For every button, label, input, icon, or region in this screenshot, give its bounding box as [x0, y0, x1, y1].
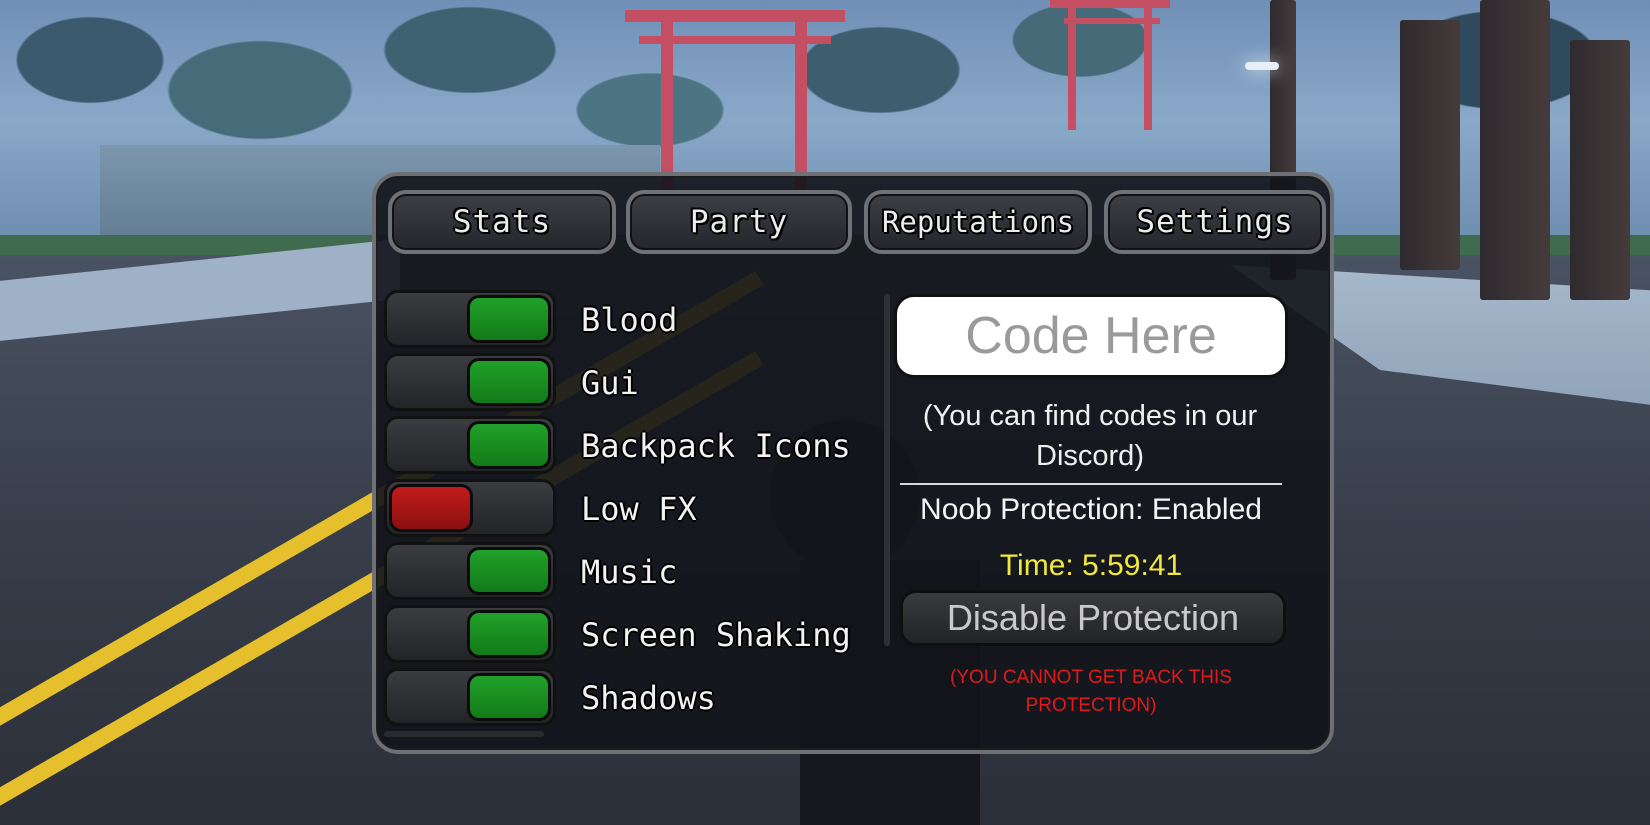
street-lamp — [1245, 62, 1279, 70]
toggle-row-low-fx: Low FX — [384, 479, 872, 542]
shadows-toggle-label: Shadows — [581, 679, 716, 717]
code-input[interactable] — [894, 294, 1288, 378]
backpack-icons-toggle-switch[interactable] — [384, 416, 556, 474]
toggle-knob — [467, 673, 551, 721]
toggle-knob — [467, 547, 551, 595]
rock-pillar — [1570, 40, 1630, 300]
next-toggle-partial — [384, 731, 544, 737]
blood-toggle-switch[interactable] — [384, 290, 556, 348]
toggle-knob — [467, 421, 551, 469]
settings-toggle-list: Blood Gui Backpack Icons Low FX Music Sc… — [384, 290, 872, 731]
torii-gate — [625, 10, 845, 190]
settings-menu-panel: Stats Party Reputations Settings Blood G… — [372, 172, 1334, 754]
toggle-knob — [467, 610, 551, 658]
code-hint-text: (You can find codes in our Discord) — [922, 400, 1258, 472]
toggle-knob — [467, 295, 551, 343]
music-toggle-label: Music — [581, 553, 678, 591]
low-fx-toggle-switch[interactable] — [384, 479, 556, 537]
toggle-knob — [389, 484, 473, 532]
protection-timer: Time: 5:59:41 — [999, 549, 1183, 582]
tab-settings[interactable]: Settings — [1104, 190, 1326, 254]
low-fx-toggle-label: Low FX — [581, 490, 697, 528]
protection-warning: (YOU CANNOT GET BACK THIS PROTECTION) — [950, 667, 1232, 716]
toggle-knob — [467, 358, 551, 406]
toggle-row-screen-shaking: Screen Shaking — [384, 605, 872, 668]
tab-party[interactable]: Party — [626, 190, 852, 254]
rock-pillar — [1480, 0, 1550, 300]
backpack-icons-toggle-label: Backpack Icons — [581, 427, 851, 465]
screen-shaking-toggle-switch[interactable] — [384, 605, 556, 663]
divider — [900, 483, 1282, 485]
noob-protection-status: Noob Protection: Enabled — [920, 493, 1262, 526]
screen-shaking-toggle-label: Screen Shaking — [581, 616, 851, 654]
torii-gate-distant — [1050, 0, 1170, 130]
tab-stats[interactable]: Stats — [388, 190, 616, 254]
toggle-row-music: Music — [384, 542, 872, 605]
toggle-row-blood: Blood — [384, 290, 872, 353]
disable-protection-button[interactable]: Disable Protection — [900, 590, 1286, 646]
music-toggle-switch[interactable] — [384, 542, 556, 600]
gui-toggle-label: Gui — [581, 364, 639, 402]
tab-reputations[interactable]: Reputations — [864, 190, 1092, 254]
toggle-row-gui: Gui — [384, 353, 872, 416]
blood-toggle-label: Blood — [581, 301, 678, 339]
shadows-toggle-switch[interactable] — [384, 668, 556, 726]
toggle-row-shadows: Shadows — [384, 668, 872, 731]
toggle-row-backpack-icons: Backpack Icons — [384, 416, 872, 479]
rock-pillar — [1400, 20, 1460, 270]
gui-toggle-switch[interactable] — [384, 353, 556, 411]
scrollbar[interactable] — [884, 294, 890, 646]
